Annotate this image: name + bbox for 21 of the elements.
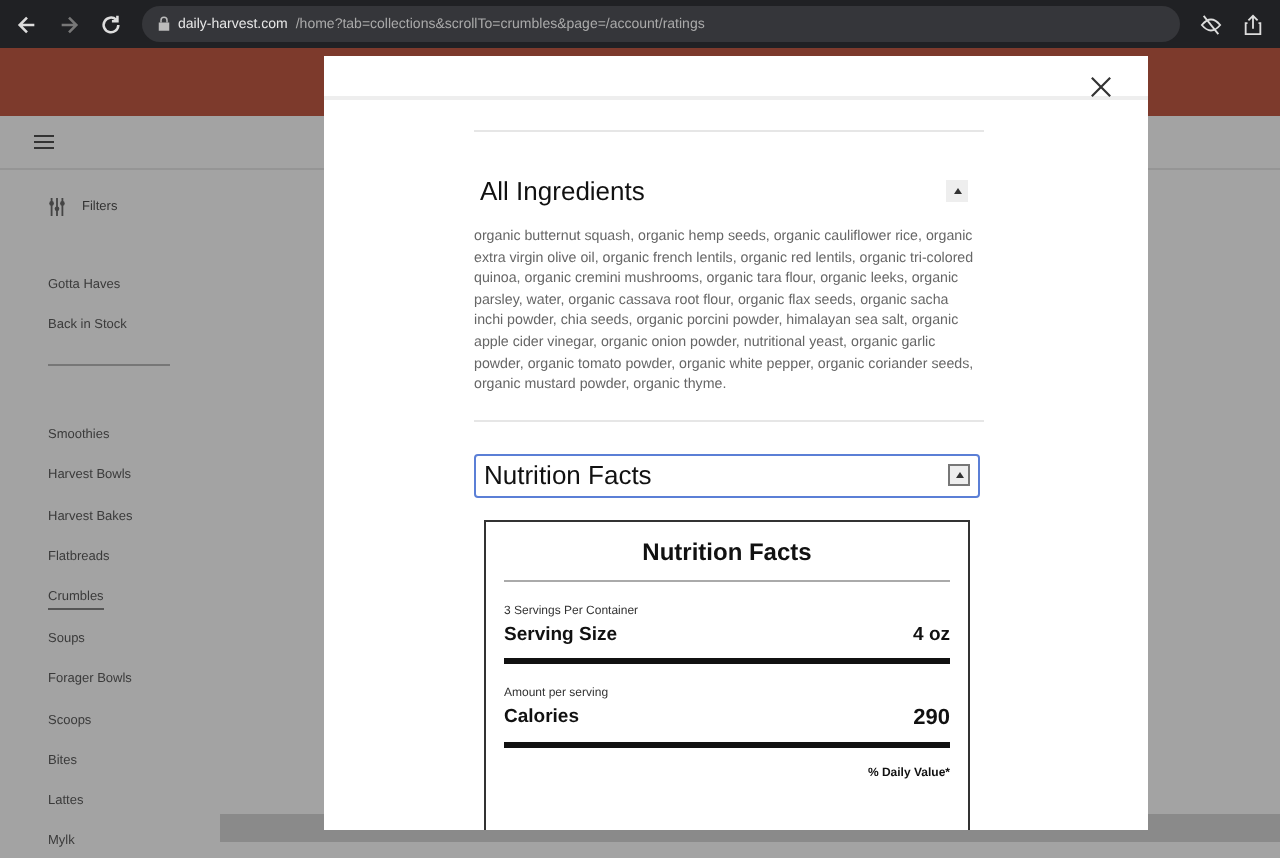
label-title: Nutrition Facts — [640, 537, 814, 566]
section-header[interactable]: All Ingredients — [474, 170, 980, 210]
section-header[interactable]: Nutrition Facts — [474, 453, 980, 498]
reload-icon[interactable] — [100, 13, 122, 35]
serving-size-label: Serving Size — [504, 623, 617, 646]
eye-slash-icon[interactable] — [1200, 13, 1222, 35]
lock-icon — [158, 16, 170, 32]
forward-arrow-icon[interactable] — [58, 13, 80, 35]
caret-icon — [955, 472, 963, 479]
calories-value: 290 — [913, 705, 950, 730]
collapse-toggle[interactable] — [948, 464, 970, 487]
section-title: All Ingredients — [480, 175, 645, 205]
serving-size-value: 4 oz — [913, 623, 950, 646]
close-icon[interactable] — [1090, 75, 1112, 97]
section-title: Nutrition Facts — [484, 460, 652, 491]
menu-icon[interactable] — [34, 134, 54, 150]
caret-icon — [953, 187, 961, 193]
share-icon[interactable] — [1242, 13, 1264, 35]
calories-label: Calories — [504, 705, 579, 730]
sliders-icon — [48, 198, 66, 216]
back-arrow-icon[interactable] — [16, 13, 38, 35]
